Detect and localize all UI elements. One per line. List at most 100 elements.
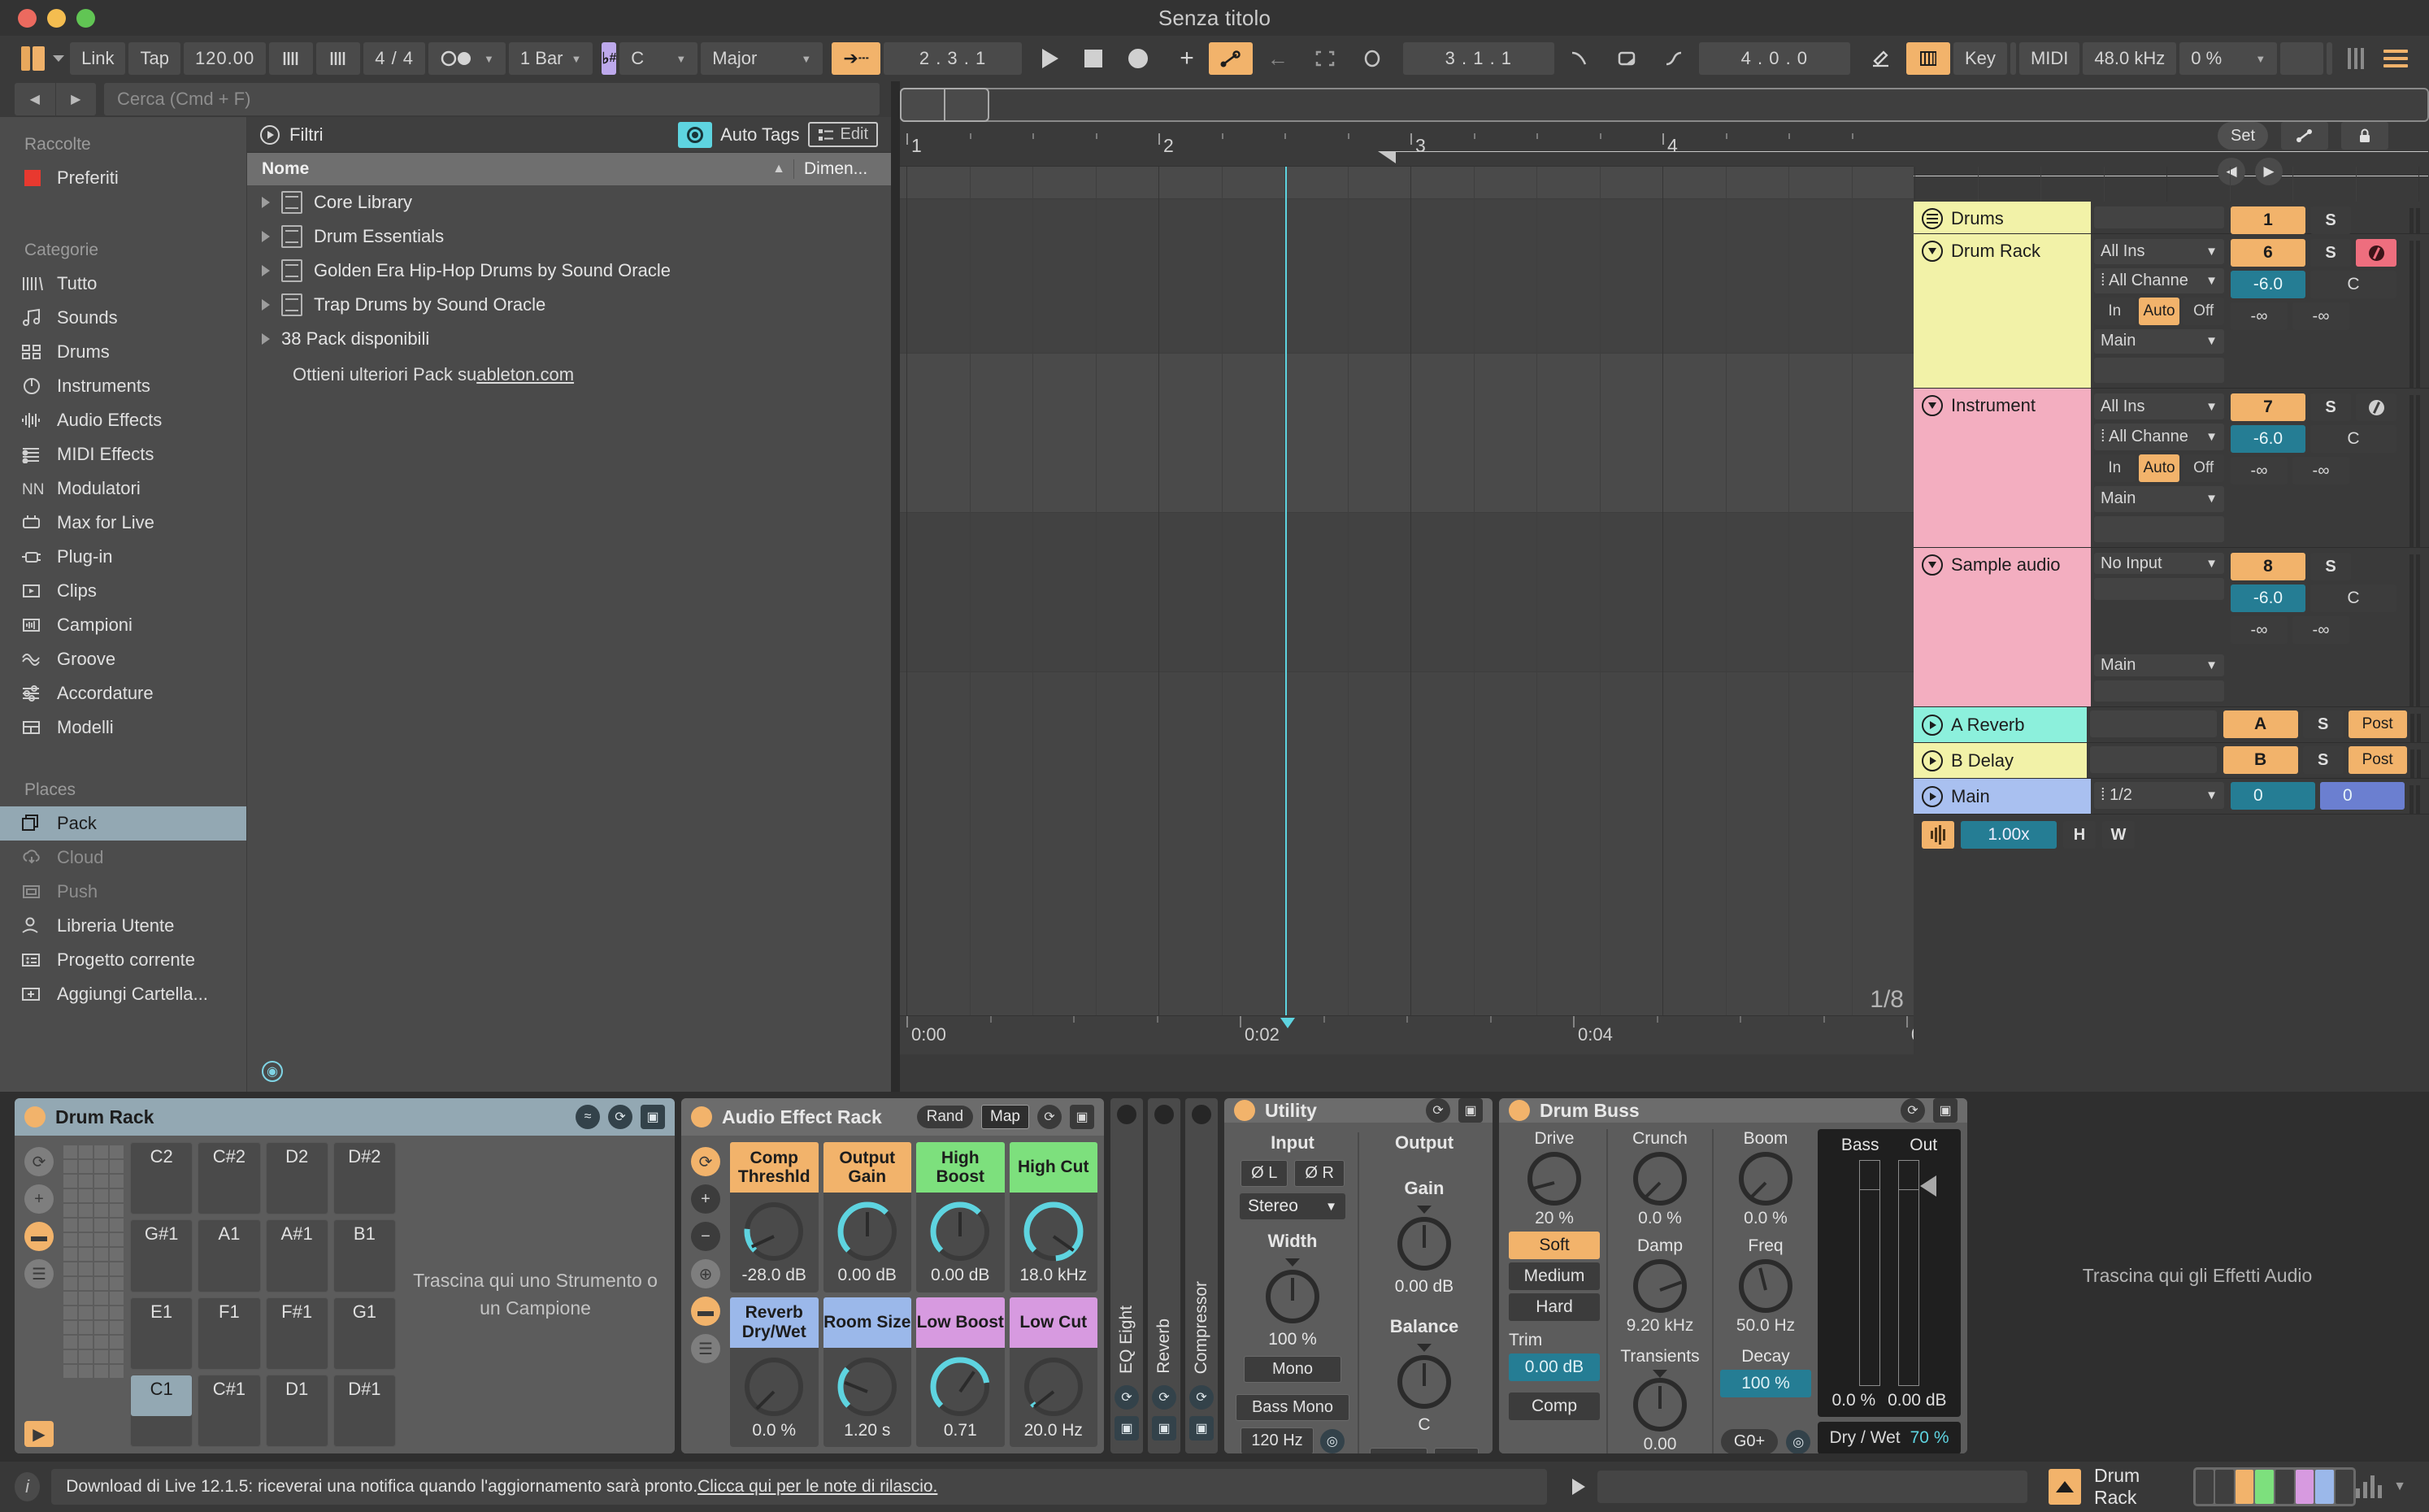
minimap-cell[interactable] [63, 1219, 77, 1232]
track-send-b[interactable]: -∞ [2292, 457, 2349, 484]
minimap-cell[interactable] [94, 1160, 108, 1173]
track-output-type[interactable]: Main ▼ [2094, 485, 2224, 512]
track-send-b[interactable]: -∞ [2292, 616, 2349, 644]
rand-button[interactable]: Rand [916, 1106, 974, 1128]
track-number-badge[interactable]: 7 [2231, 393, 2305, 421]
macro-control[interactable]: Reverb Dry/Wet 0.0 % [730, 1297, 819, 1447]
return-post-button[interactable]: Post [2348, 746, 2407, 774]
drum-rack-minimap[interactable] [63, 1142, 124, 1447]
loop-start-marker[interactable] [1378, 151, 1396, 163]
key-root-select[interactable]: C ▼ [619, 42, 698, 75]
minimap-cell[interactable] [63, 1336, 77, 1349]
minimap-cell[interactable] [110, 1277, 124, 1290]
macro-knob[interactable] [837, 1357, 897, 1416]
tap-tempo-button[interactable]: Tap [128, 42, 180, 75]
collapsed-device-compressor[interactable]: Compressor ⟳ ▣ [1185, 1098, 1218, 1453]
save-preset-icon[interactable]: ▣ [1933, 1098, 1958, 1123]
arrangement-track-lane[interactable] [900, 513, 1914, 672]
track-header[interactable]: Instrument [1914, 389, 2091, 547]
minimap-cell[interactable] [94, 1219, 108, 1232]
track-volume-field[interactable]: -6.0 [2231, 425, 2305, 453]
drum-pad[interactable]: D#1 [332, 1374, 396, 1447]
mono-button[interactable]: Mono [1244, 1356, 1341, 1383]
device-activator-icon[interactable] [24, 1106, 46, 1127]
show-devices-icon[interactable]: ▬ [24, 1222, 54, 1251]
monitor-off-button[interactable]: Off [2183, 454, 2225, 482]
track-fold-icon[interactable] [1922, 395, 1943, 416]
minimap-cell[interactable] [63, 1248, 77, 1261]
mixer-track[interactable]: Drum Rack All Ins ▼ ⁞ All Channe ▼ In Auto Off M… [1914, 234, 2429, 389]
track-output-type[interactable]: Main ▼ [2094, 328, 2224, 354]
sidebar-item-accordature[interactable]: Accordature [0, 676, 246, 710]
minimap-cell[interactable] [110, 1262, 124, 1275]
track-header[interactable]: Drum Rack [1914, 234, 2091, 388]
tempo-field[interactable]: 120.00 [183, 42, 267, 75]
map-macro-icon[interactable]: ⊕ [691, 1259, 720, 1288]
track-number-badge[interactable]: 1 [2231, 206, 2305, 234]
minimap-cell[interactable] [110, 1350, 124, 1363]
playhead[interactable] [1285, 167, 1287, 1015]
cpu-load-display[interactable]: 0 % ▼ [2179, 42, 2278, 75]
macro-control[interactable]: High Boost 0.00 dB [916, 1142, 1005, 1293]
sidebar-item-aggiungi-cartella-[interactable]: Aggiungi Cartella... [0, 977, 246, 1011]
hot-swap-icon[interactable]: ⟳ [1152, 1385, 1176, 1410]
main-menu-icon[interactable] [2383, 50, 2408, 67]
minimap-cell[interactable] [110, 1292, 124, 1305]
release-notes-link[interactable]: Clicca qui per le note di rilascio. [697, 1477, 937, 1497]
decay-value[interactable]: 100 % [1720, 1370, 1811, 1397]
add-macro-icon[interactable]: + [691, 1184, 720, 1214]
track-fold-icon[interactable] [1922, 241, 1943, 262]
list-item[interactable]: Trap Drums by Sound Oracle [247, 288, 891, 322]
status-message[interactable]: Download di Live 12.1.5: riceverai una n… [51, 1469, 1548, 1505]
record-button[interactable] [1117, 42, 1159, 75]
macro-control[interactable]: Comp Threshld -28.0 dB [730, 1142, 819, 1293]
return-fold-icon[interactable] [1922, 749, 1943, 771]
minimap-cell[interactable] [79, 1160, 93, 1173]
channel-mode-select[interactable]: Stereo ▼ [1240, 1193, 1345, 1219]
lock-envelopes-icon[interactable] [2341, 122, 2388, 150]
show-chain-list-icon[interactable]: ☰ [691, 1334, 720, 1363]
monitor-auto-button[interactable]: Auto [2138, 297, 2180, 325]
return-solo-button[interactable]: S [2302, 710, 2344, 738]
minimap-cell[interactable] [94, 1365, 108, 1378]
macro-control[interactable]: Output Gain 0.00 dB [823, 1142, 911, 1293]
minimap-cell[interactable] [94, 1204, 108, 1217]
drum-pad[interactable]: E1 [130, 1297, 193, 1370]
prev-locator-icon[interactable]: ◀ [2218, 158, 2245, 185]
drum-pad[interactable]: C1 [130, 1374, 193, 1447]
drum-pad[interactable]: B1 [332, 1219, 396, 1293]
macro-control[interactable]: Low Boost 0.71 [916, 1297, 1005, 1447]
track-fold-icon[interactable] [1922, 208, 1943, 229]
macro-knob[interactable] [930, 1357, 990, 1416]
bass-mono-frequency[interactable]: 120 Hz [1241, 1427, 1314, 1453]
punch-icon[interactable] [1350, 42, 1394, 75]
info-icon[interactable]: i [15, 1472, 41, 1501]
minimap-cell[interactable] [110, 1145, 124, 1158]
sidebar-item-groove[interactable]: Groove [0, 642, 246, 676]
minimap-cell[interactable] [63, 1189, 77, 1202]
show-pad-overview-icon[interactable]: ▶ [24, 1421, 54, 1447]
sidebar-item-sounds[interactable]: Sounds [0, 301, 246, 335]
sample-rate-field[interactable]: 48.0 kHz [2083, 42, 2177, 75]
width-button[interactable]: W [2102, 821, 2135, 849]
key-signature-icon[interactable]: ♭ # [602, 42, 617, 75]
device-chain-thumbnail[interactable] [2192, 1467, 2357, 1506]
sidebar-item-midi-effects[interactable]: MIDI Effects [0, 437, 246, 471]
track-number-badge[interactable]: 6 [2231, 239, 2305, 267]
edit-tags-button[interactable]: Edit [807, 122, 878, 147]
ableton-link[interactable]: ableton.com [476, 364, 574, 385]
minimap-cell[interactable] [79, 1248, 93, 1261]
punch-out-icon[interactable] [1652, 42, 1696, 75]
minimap-cell[interactable] [94, 1262, 108, 1275]
minimap-cell[interactable] [79, 1292, 93, 1305]
expand-triangle-icon[interactable] [262, 197, 270, 208]
return-solo-button[interactable]: S [2302, 746, 2344, 774]
session-arrangement-toggle-icon[interactable] [21, 46, 45, 71]
track-header[interactable]: Drums [1914, 202, 2091, 233]
main-volume-field[interactable]: 0 [2231, 782, 2315, 810]
return-track-header[interactable]: B Delay [1914, 743, 2087, 778]
drum-pad[interactable]: C#2 [198, 1142, 261, 1215]
note-button[interactable]: G0+ [1720, 1429, 1779, 1453]
main-pan-field[interactable]: 0 [2320, 782, 2405, 810]
save-preset-icon[interactable]: ▣ [1070, 1105, 1094, 1129]
